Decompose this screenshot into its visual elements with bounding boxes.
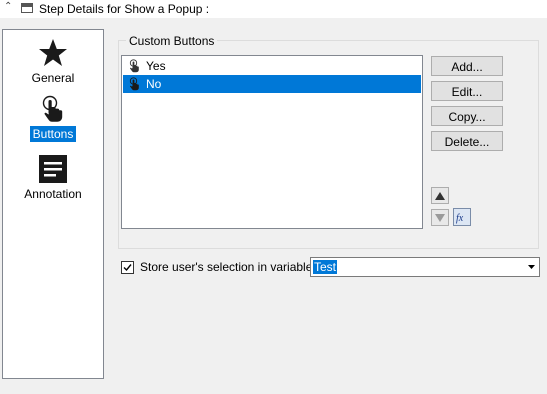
sidebar-item-annotation[interactable]: Annotation <box>3 154 103 202</box>
store-selection-checkbox[interactable] <box>121 261 134 274</box>
window-icon <box>21 3 33 13</box>
move-down-button[interactable] <box>431 209 449 226</box>
star-icon <box>39 39 67 66</box>
variable-value: Test <box>313 260 338 274</box>
store-selection-label[interactable]: Store user's selection in variable: <box>140 260 316 274</box>
step-details-header: ⌃ Step Details for Show a Popup : <box>0 0 547 18</box>
move-up-button[interactable] <box>431 187 449 204</box>
fx-icon: fx <box>456 213 464 224</box>
list-item-label: Yes <box>146 59 166 73</box>
header-title: Step Details for Show a Popup : <box>39 2 210 16</box>
list-item[interactable]: Yes <box>123 57 421 75</box>
checkmark-icon <box>123 264 132 272</box>
formula-button[interactable]: fx <box>453 208 471 226</box>
hand-pointer-icon <box>129 77 139 91</box>
sidebar-item-label: Annotation <box>24 187 82 201</box>
chevron-down-icon[interactable] <box>528 265 535 269</box>
hand-pointer-icon <box>42 95 63 122</box>
delete-button[interactable]: Delete... <box>431 131 503 151</box>
list-item-label: No <box>146 77 162 91</box>
sidebar: General Buttons Annotation <box>2 29 104 379</box>
triangle-down-icon <box>435 214 445 222</box>
sidebar-item-general[interactable]: General <box>3 38 103 86</box>
triangle-up-icon <box>435 192 445 200</box>
copy-button[interactable]: Copy... <box>431 106 503 126</box>
svg-text:fx: fx <box>456 213 464 224</box>
list-item[interactable]: No <box>123 75 421 93</box>
edit-button[interactable]: Edit... <box>431 81 503 101</box>
document-text-icon <box>39 155 67 183</box>
sidebar-item-label: General <box>31 71 75 85</box>
chevron-up-icon[interactable]: ⌃ <box>4 1 12 12</box>
add-button[interactable]: Add... <box>431 56 503 76</box>
variable-combobox[interactable]: Test <box>310 257 540 277</box>
sidebar-item-label: Buttons <box>29 126 77 142</box>
custom-buttons-list[interactable]: Yes No <box>121 55 423 229</box>
sidebar-item-buttons[interactable]: Buttons <box>3 94 103 142</box>
group-title: Custom Buttons <box>126 34 218 48</box>
hand-pointer-icon <box>129 59 139 73</box>
